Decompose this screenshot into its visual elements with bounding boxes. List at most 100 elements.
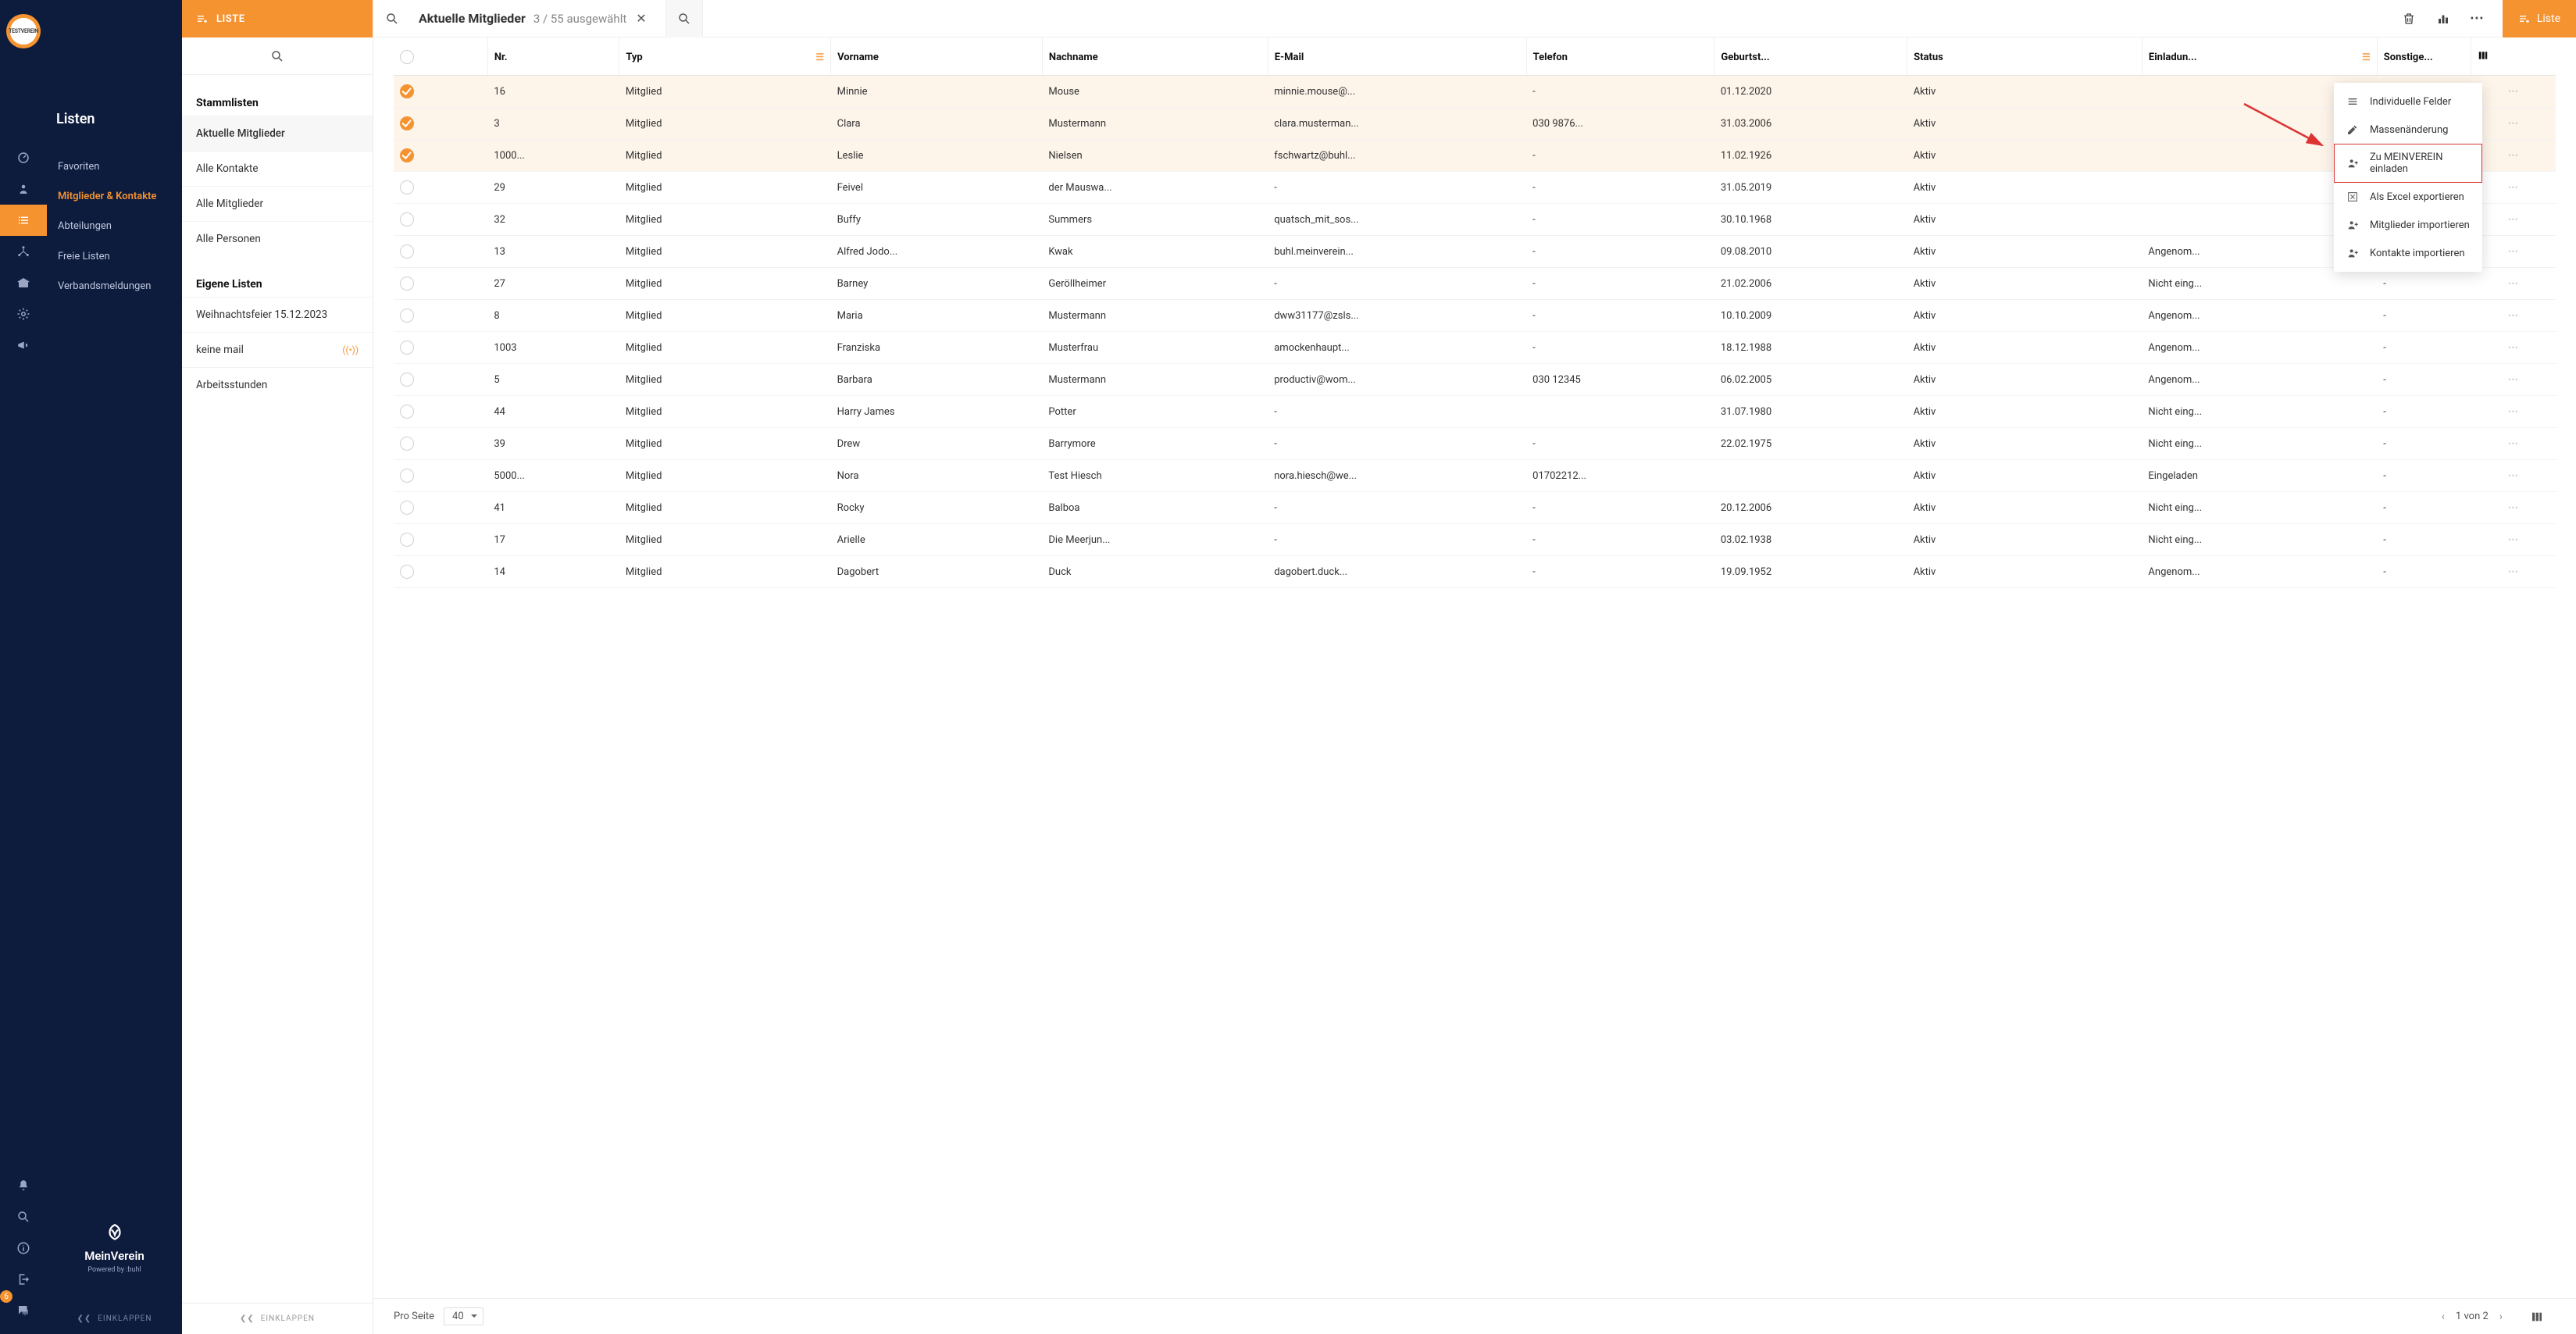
row-menu-button[interactable]: ⋯: [2471, 268, 2556, 300]
row-menu-button[interactable]: ⋯: [2471, 236, 2556, 268]
row-checkbox[interactable]: [400, 373, 414, 387]
topbar-search-right[interactable]: [665, 0, 703, 37]
row-checkbox[interactable]: [400, 309, 414, 323]
row-menu-button[interactable]: ⋯: [2471, 460, 2556, 492]
table-row[interactable]: 44MitgliedHarry JamesPotter-31.07.1980Ak…: [394, 396, 2556, 428]
rail-icon-bell[interactable]: [0, 1170, 47, 1201]
table-row[interactable]: 5000...MitgliedNoraTest Hieschnora.hiesc…: [394, 460, 2556, 492]
row-menu-button[interactable]: ⋯: [2471, 428, 2556, 460]
nav-item[interactable]: Abteilungen: [47, 212, 182, 241]
rail-icon-search[interactable]: [0, 1201, 47, 1232]
list-item[interactable]: Arbeitsstunden: [182, 367, 373, 402]
nav-item[interactable]: Freie Listen: [47, 242, 182, 272]
col-header-menu[interactable]: [2471, 37, 2556, 76]
table-row[interactable]: 16MitgliedMinnieMouseminnie.mouse@...-01…: [394, 76, 2556, 108]
row-checkbox[interactable]: [400, 212, 414, 226]
table-row[interactable]: 3MitgliedClaraMustermannclara.musterman.…: [394, 108, 2556, 140]
table-row[interactable]: 41MitgliedRockyBalboa--20.12.2006AktivNi…: [394, 492, 2556, 524]
delete-button[interactable]: [2393, 0, 2424, 37]
row-checkbox[interactable]: [400, 116, 414, 130]
topbar-search-left[interactable]: [373, 12, 411, 26]
list-item[interactable]: Aktuelle Mitglieder: [182, 116, 373, 151]
row-checkbox[interactable]: [400, 341, 414, 355]
col-header[interactable]: E-Mail: [1268, 37, 1526, 76]
col-header[interactable]: Status: [1907, 37, 2143, 76]
list-item[interactable]: Weihnachtsfeier 15.12.2023: [182, 297, 373, 332]
table-row[interactable]: 29MitgliedFeivelder Mauswa...--31.05.201…: [394, 172, 2556, 204]
dropdown-item[interactable]: Als Excel exportieren: [2334, 183, 2482, 211]
dropdown-item[interactable]: Individuelle Felder: [2334, 87, 2482, 116]
clear-selection-button[interactable]: ✕: [633, 8, 649, 29]
table-scroll[interactable]: Nr.Typ☰VornameNachnameE-MailTelefonGebur…: [373, 37, 2576, 1298]
row-checkbox[interactable]: [400, 244, 414, 259]
row-menu-button[interactable]: ⋯: [2471, 140, 2556, 172]
row-menu-button[interactable]: ⋯: [2471, 556, 2556, 588]
col-header[interactable]: Sonstige...: [2377, 37, 2471, 76]
row-checkbox[interactable]: [400, 276, 414, 291]
row-menu-button[interactable]: ⋯: [2471, 172, 2556, 204]
table-row[interactable]: 8MitgliedMariaMustermanndww31177@zsls...…: [394, 300, 2556, 332]
row-menu-button[interactable]: ⋯: [2471, 204, 2556, 236]
col-header[interactable]: Nr.: [487, 37, 619, 76]
col-header[interactable]: Telefon: [1526, 37, 1714, 76]
table-row[interactable]: 1000...MitgliedLeslieNielsenfschwartz@bu…: [394, 140, 2556, 172]
rail-icon-settings[interactable]: [0, 298, 47, 330]
col-header[interactable]: Nachname: [1042, 37, 1268, 76]
table-row[interactable]: 27MitgliedBarneyGeröllheimer--21.02.2006…: [394, 268, 2556, 300]
row-checkbox[interactable]: [400, 469, 414, 483]
dropdown-item[interactable]: Kontakte importieren: [2334, 239, 2482, 267]
row-checkbox[interactable]: [400, 533, 414, 547]
table-row[interactable]: 32MitgliedBuffySummersquatsch_mit_sos...…: [394, 204, 2556, 236]
list-panel-collapse-button[interactable]: ❮❮ EINKLAPPEN: [182, 1303, 373, 1334]
row-checkbox[interactable]: [400, 84, 414, 98]
col-header[interactable]: Geburtst...: [1714, 37, 1907, 76]
col-select-all[interactable]: [394, 37, 487, 76]
row-checkbox[interactable]: [400, 501, 414, 515]
table-row[interactable]: 5MitgliedBarbaraMustermannproductiv@wom.…: [394, 364, 2556, 396]
row-menu-button[interactable]: ⋯: [2471, 76, 2556, 108]
rail-icon-megaphone[interactable]: [0, 330, 47, 361]
row-menu-button[interactable]: ⋯: [2471, 396, 2556, 428]
dropdown-item[interactable]: Massenänderung: [2334, 116, 2482, 144]
table-row[interactable]: 39MitgliedDrewBarrymore--22.02.1975Aktiv…: [394, 428, 2556, 460]
row-menu-button[interactable]: ⋯: [2471, 108, 2556, 140]
nav-item[interactable]: Favoriten: [47, 152, 182, 182]
pager-next[interactable]: ›: [2499, 1311, 2503, 1323]
dropdown-item[interactable]: Zu MEINVEREIN einladen: [2334, 144, 2482, 183]
row-menu-button[interactable]: ⋯: [2471, 300, 2556, 332]
rail-icon-structure[interactable]: [0, 236, 47, 267]
list-item[interactable]: keine mail((•)): [182, 332, 373, 367]
list-panel-search[interactable]: [182, 37, 373, 75]
list-item[interactable]: Alle Personen: [182, 221, 373, 256]
rail-icon-people[interactable]: [0, 173, 47, 205]
row-checkbox[interactable]: [400, 180, 414, 194]
stats-button[interactable]: [2428, 0, 2459, 37]
row-checkbox[interactable]: [400, 405, 414, 419]
row-menu-button[interactable]: ⋯: [2471, 364, 2556, 396]
rail-icon-info[interactable]: [0, 1232, 47, 1264]
nav-item[interactable]: Verbandsmeldungen: [47, 272, 182, 301]
table-row[interactable]: 17MitgliedArielleDie Meerjun...--03.02.1…: [394, 524, 2556, 556]
table-row[interactable]: 13MitgliedAlfred Jodo...Kwakbuhl.meinver…: [394, 236, 2556, 268]
row-checkbox[interactable]: [400, 565, 414, 579]
col-header[interactable]: Typ☰: [619, 37, 831, 76]
col-header[interactable]: Einladun...☰: [2142, 37, 2377, 76]
row-checkbox[interactable]: [400, 148, 414, 162]
column-picker-button[interactable]: [2518, 1311, 2556, 1323]
row-menu-button[interactable]: ⋯: [2471, 524, 2556, 556]
nav-collapse-button[interactable]: ❮❮ EINKLAPPEN: [47, 1305, 182, 1334]
nav-item[interactable]: Mitglieder & Kontakte: [47, 182, 182, 212]
rail-icon-finance[interactable]: [0, 267, 47, 298]
rail-icon-dashboard[interactable]: [0, 142, 47, 173]
list-item[interactable]: Alle Kontakte: [182, 151, 373, 186]
per-page-select[interactable]: 40: [444, 1307, 483, 1325]
table-row[interactable]: 1003MitgliedFranziskaMusterfrauamockenha…: [394, 332, 2556, 364]
dropdown-item[interactable]: Mitglieder importieren: [2334, 211, 2482, 239]
row-menu-button[interactable]: ⋯: [2471, 492, 2556, 524]
row-menu-button[interactable]: ⋯: [2471, 332, 2556, 364]
table-row[interactable]: 14MitgliedDagobertDuckdagobert.duck...-1…: [394, 556, 2556, 588]
list-item[interactable]: Alle Mitglieder: [182, 186, 373, 221]
list-panel-header[interactable]: LISTE: [182, 0, 373, 37]
rail-icon-lists[interactable]: [0, 205, 47, 236]
pager-prev[interactable]: ‹: [2442, 1311, 2445, 1323]
